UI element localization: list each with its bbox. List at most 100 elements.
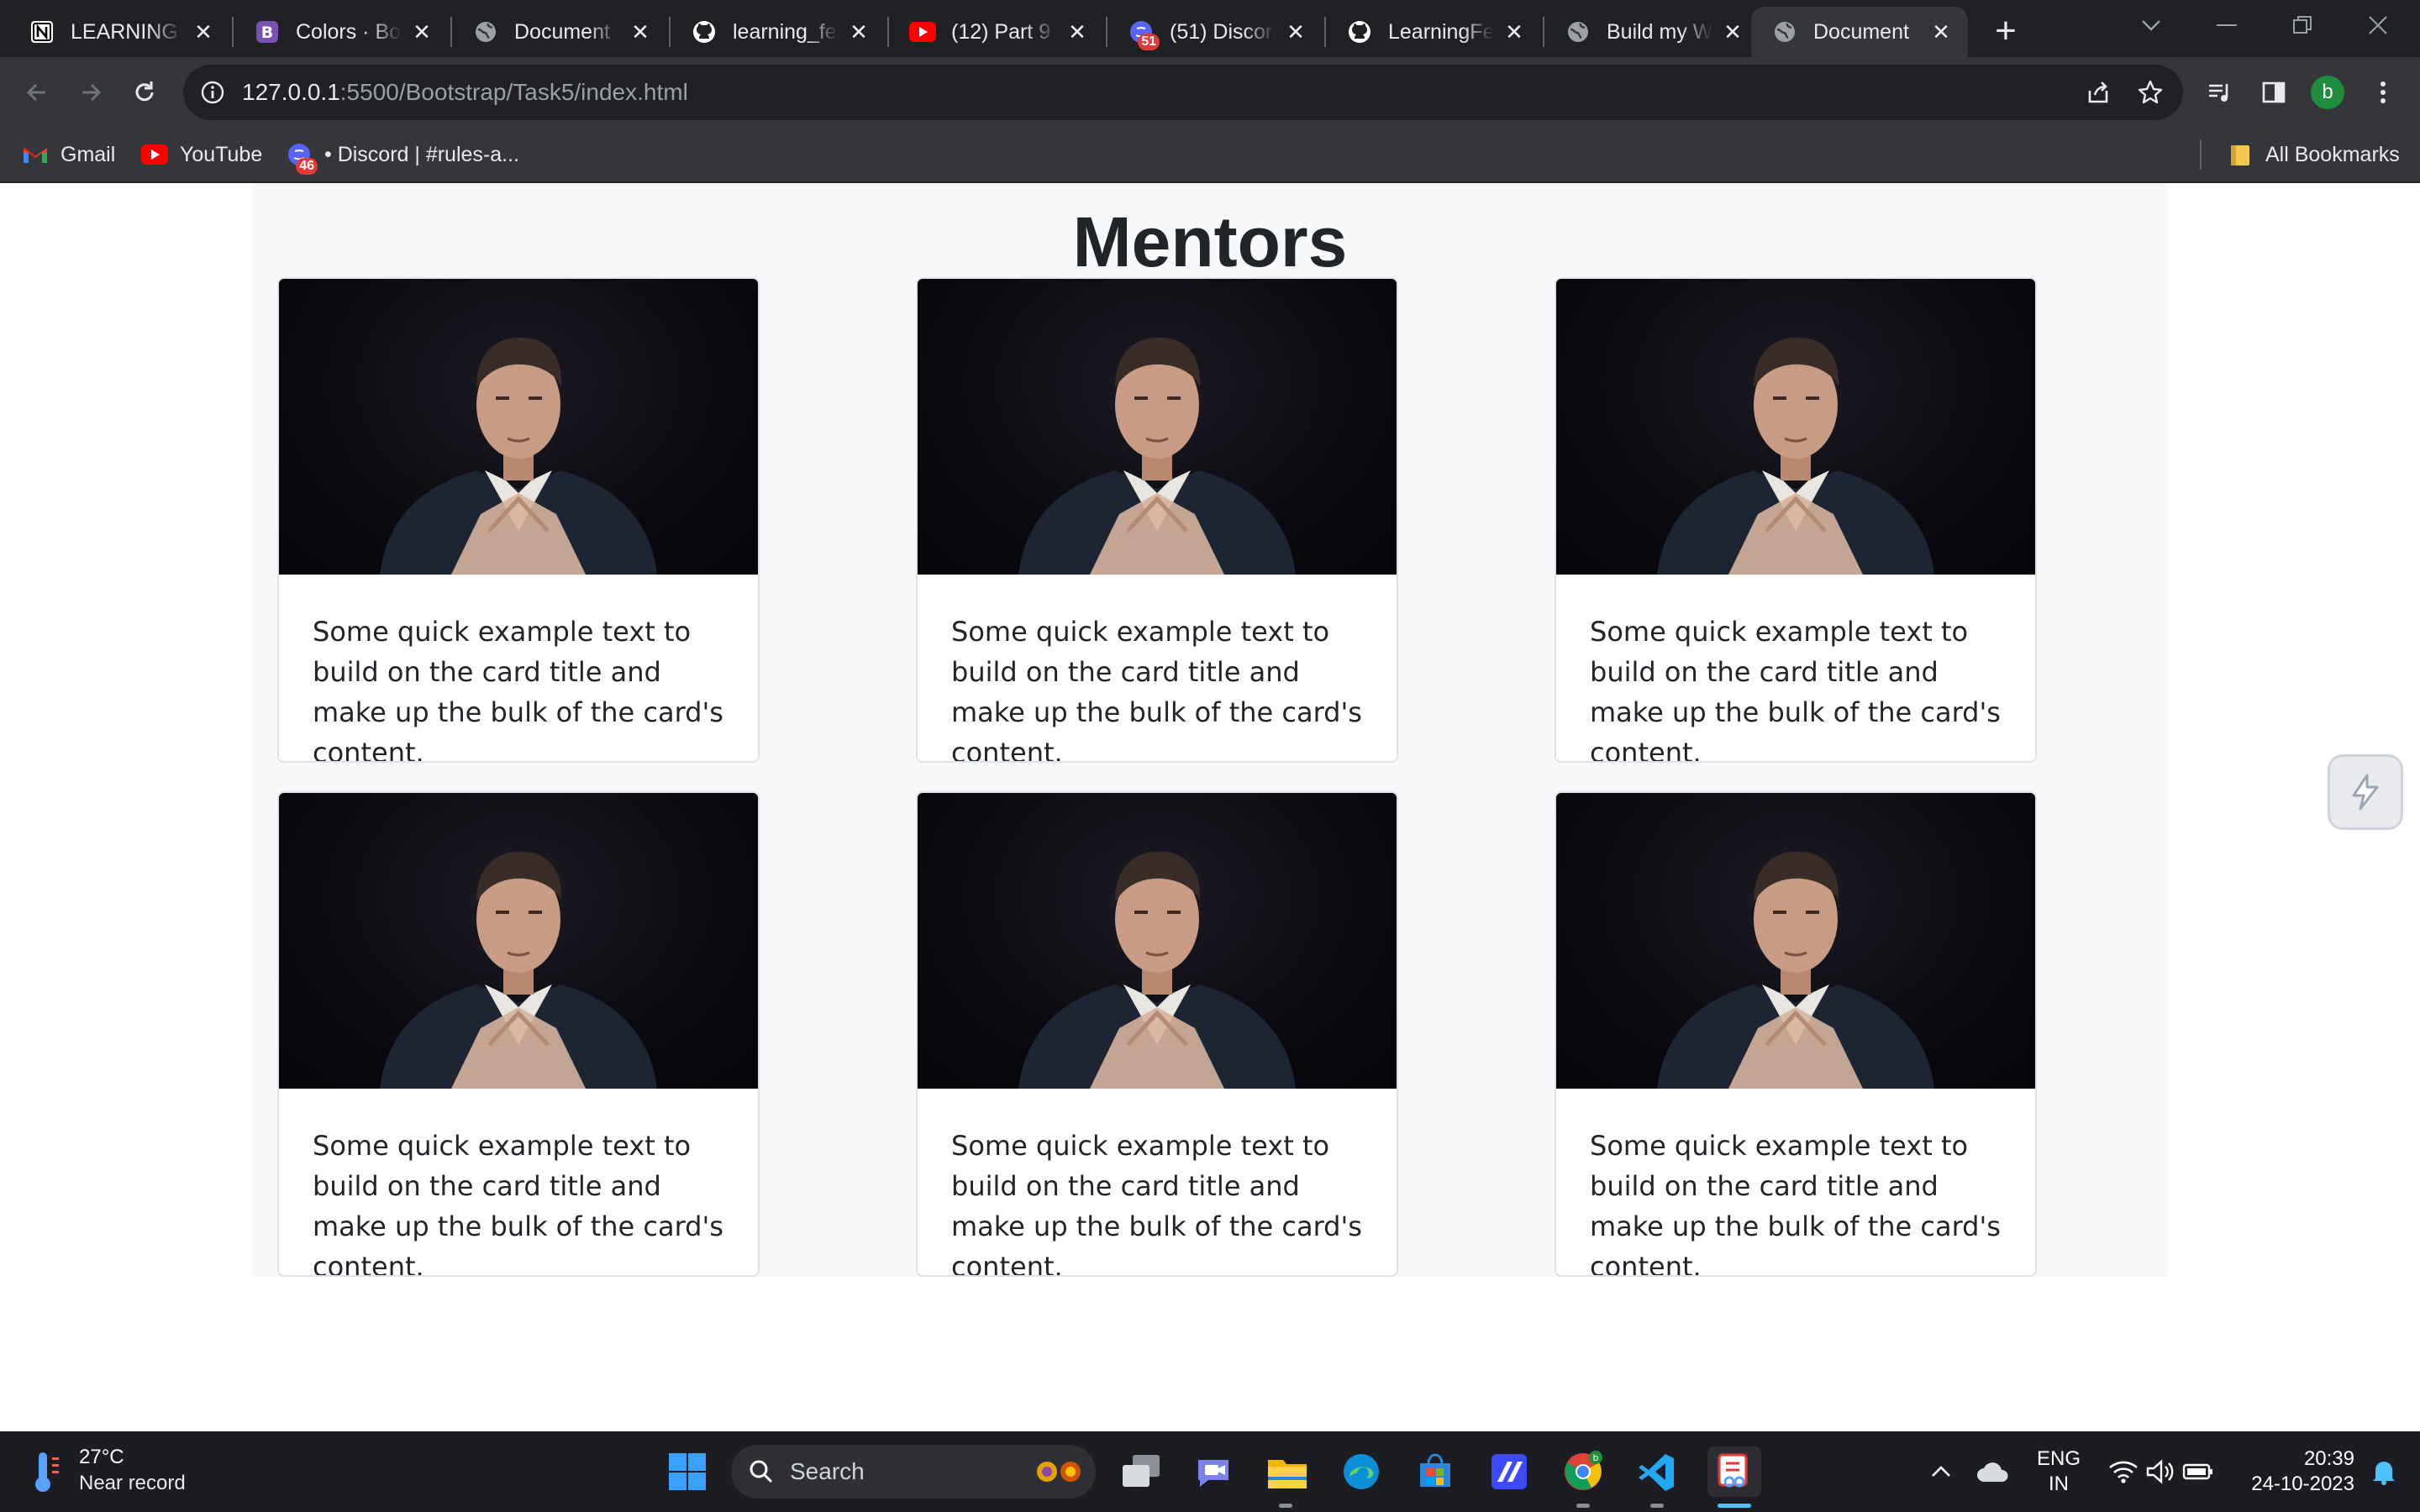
bookmark-discord[interactable]: 46 • Discord | #rules-a... [286, 128, 519, 181]
browser-menu-button[interactable] [2360, 69, 2407, 116]
forward-button[interactable] [67, 69, 114, 116]
tab-search-button[interactable] [2109, 0, 2193, 50]
tab-learning[interactable]: LEARNING PATH ✕ [8, 7, 230, 57]
share-button[interactable] [2077, 65, 2119, 120]
all-bookmarks-button[interactable]: All Bookmarks [2227, 128, 2400, 181]
tab-discord[interactable]: 51 (51) Discord ✕ [1107, 7, 1323, 57]
close-icon[interactable]: ✕ [1929, 20, 1953, 44]
tab-title: (12) Part 9 | [951, 19, 1057, 44]
card-text: Some quick example text to build on the … [951, 616, 1362, 763]
tab-bootstrap-colors[interactable]: B Colors · Bootstrap ✕ [234, 7, 449, 57]
close-icon[interactable]: ✕ [1284, 20, 1307, 44]
new-tab-button[interactable]: + [1985, 10, 2027, 52]
tab-document[interactable]: Document ✕ [452, 7, 667, 57]
globe-icon [1771, 18, 1798, 45]
chat-icon [1198, 1460, 1228, 1487]
close-icon[interactable]: ✕ [192, 20, 215, 44]
tab-title: Document [514, 19, 610, 44]
mentor-photo [918, 793, 1397, 1089]
tab-learning-feats[interactable]: learning_feats ✕ [671, 7, 886, 57]
weather-widget[interactable]: 27°C Near record [30, 1445, 186, 1497]
folder-icon [2227, 141, 2254, 168]
vscode-button[interactable] [1634, 1448, 1681, 1495]
restore-button[interactable] [2260, 0, 2344, 50]
github-icon [1346, 18, 1373, 45]
close-icon[interactable]: ✕ [1721, 20, 1744, 44]
bookmark-label: All Bookmarks [2265, 142, 2400, 166]
tab-title: LearningFeats [1388, 19, 1494, 44]
onedrive-button[interactable] [1970, 1448, 2017, 1495]
close-icon[interactable]: ✕ [629, 20, 652, 44]
tab-youtube-part9[interactable]: (12) Part 9 | ✕ [889, 7, 1104, 57]
teams-chat-button[interactable] [1190, 1448, 1237, 1495]
tab-title: LEARNING PATH [71, 19, 183, 44]
close-icon[interactable]: ✕ [847, 20, 871, 44]
tab-title: (51) Discord [1170, 19, 1276, 44]
snipping-tool-button[interactable] [1707, 1446, 1761, 1497]
globe-icon [1565, 18, 1591, 45]
weather-condition: Near record [79, 1472, 186, 1494]
snipping-tool-icon [1718, 1453, 1748, 1488]
side-panel-button[interactable] [2250, 69, 2297, 116]
close-icon[interactable]: ✕ [410, 20, 434, 44]
windows-taskbar: 27°C Near record Search b ENG IN 20:39 2… [0, 1431, 2420, 1512]
bookmarks-bar: Gmail YouTube 46 • Discord | #rules-a...… [0, 128, 2420, 183]
language-code: ENG [2036, 1447, 2081, 1470]
share-icon [2088, 81, 2108, 103]
back-button[interactable] [13, 69, 60, 116]
profile-button[interactable]: b [2304, 69, 2351, 116]
mentor-photo [279, 279, 758, 575]
notifications-button[interactable] [2363, 1448, 2405, 1495]
extension-widget-button[interactable] [2328, 754, 2403, 830]
bookmark-label: • Discord | #rules-a... [324, 142, 519, 166]
reload-button[interactable] [121, 69, 168, 116]
task-view-button[interactable] [1118, 1448, 1165, 1495]
tab-document-active[interactable]: Document ✕ [1751, 7, 1968, 57]
address-bar[interactable]: 127.0.0.1:5500/Bootstrap/Task5/index.htm… [183, 65, 2183, 120]
bookmark-star-button[interactable] [2129, 65, 2171, 120]
tab-strip: LEARNING PATH ✕ B Colors · Bootstrap ✕ D… [0, 0, 2420, 57]
discord-icon: 51 [1128, 18, 1160, 50]
bookmark-youtube[interactable]: YouTube [141, 128, 262, 181]
weather-temperature: 27°C [79, 1446, 124, 1468]
tab-learningfeats-repo[interactable]: LearningFeats ✕ [1326, 7, 1541, 57]
start-button[interactable] [664, 1448, 711, 1495]
media-control-button[interactable] [2196, 69, 2244, 116]
mentor-card: Some quick example text to build on the … [916, 277, 1398, 763]
url-text[interactable]: 127.0.0.1:5500/Bootstrap/Task5/index.htm… [242, 79, 688, 106]
clock[interactable]: 20:39 24-10-2023 [2228, 1446, 2354, 1497]
github-icon [691, 18, 718, 45]
side-panel-icon [2262, 81, 2286, 103]
gmail-icon [22, 141, 49, 168]
quick-settings-button[interactable] [2102, 1448, 2220, 1495]
card-text: Some quick example text to build on the … [313, 616, 723, 763]
show-hidden-icons-button[interactable] [1918, 1448, 1965, 1495]
youtube-icon [141, 141, 168, 168]
edge-button[interactable] [1338, 1448, 1385, 1495]
chrome-button[interactable]: b [1560, 1448, 1607, 1495]
file-explorer-button[interactable] [1264, 1448, 1311, 1495]
browser-toolbar: 127.0.0.1:5500/Bootstrap/Task5/index.htm… [0, 57, 2420, 128]
svg-text:B: B [261, 24, 273, 42]
mentors-section: Mentors Some quick example text to build [252, 183, 2168, 1277]
card-text: Some quick example text to build on the … [1590, 616, 2001, 763]
editor-app-button[interactable] [1486, 1448, 1533, 1495]
bell-icon [2373, 1462, 2395, 1485]
microsoft-store-button[interactable] [1412, 1448, 1459, 1495]
language-indicator[interactable]: ENG IN [2025, 1446, 2092, 1497]
taskbar-search[interactable]: Search [731, 1445, 1096, 1499]
vscode-icon [1639, 1454, 1674, 1491]
discord-icon: 46 [286, 141, 318, 175]
close-icon[interactable]: ✕ [1065, 20, 1089, 44]
info-icon[interactable] [198, 78, 227, 107]
edge-icon [1344, 1454, 1379, 1489]
bookmarks-divider [2200, 139, 2202, 170]
minimize-button[interactable] [2185, 0, 2269, 50]
restore-icon [2293, 16, 2312, 34]
close-icon[interactable]: ✕ [1502, 20, 1526, 44]
close-window-button[interactable] [2336, 0, 2420, 50]
bookmark-label: YouTube [180, 142, 263, 166]
bookmark-gmail[interactable]: Gmail [22, 128, 115, 181]
tab-build-website[interactable]: Build my Website ✕ [1544, 7, 1760, 57]
arrow-right-icon [82, 83, 102, 102]
